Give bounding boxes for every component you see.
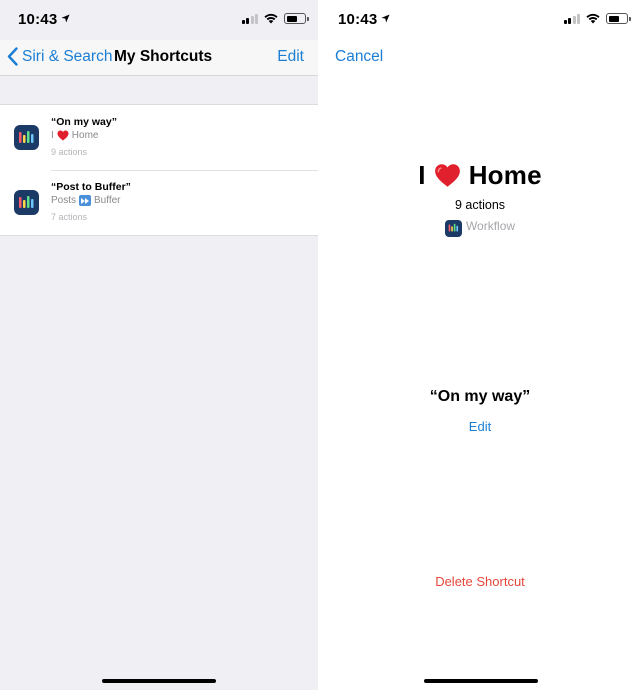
my-shortcuts-screen: 10:43 Siri & Search My Shortcuts Edit “O… [0, 0, 318, 690]
heart-icon [434, 164, 460, 187]
edit-button[interactable]: Edit [277, 48, 304, 66]
detail-title-prefix: I [418, 160, 426, 190]
back-button[interactable]: Siri & Search [7, 47, 112, 66]
shortcut-subtitle-suffix: Home [71, 130, 99, 141]
navigation-bar: Siri & Search My Shortcuts Edit [0, 40, 318, 76]
signal-icon [241, 13, 258, 24]
battery-icon [606, 13, 631, 24]
shortcut-row-on-my-way[interactable]: “On my way” I Home 9 actions [0, 105, 318, 170]
home-indicator[interactable] [102, 679, 216, 683]
heart-icon [57, 130, 69, 141]
status-time-label: 10:43 [338, 11, 378, 28]
status-bar: 10:43 [0, 0, 318, 40]
detail-title-suffix: Home [468, 160, 542, 190]
back-button-label: Siri & Search [22, 47, 113, 65]
workflow-app-icon [14, 190, 39, 215]
shortcut-title: “Post to Buffer” [51, 181, 131, 193]
navigation-bar: Cancel [320, 40, 640, 76]
status-icons [563, 13, 631, 24]
detail-app: Workflow [320, 219, 640, 237]
location-arrow-icon [61, 14, 70, 23]
detail-app-name: Workflow [465, 219, 516, 233]
delete-shortcut-button[interactable]: Delete Shortcut [320, 574, 640, 589]
cancel-button[interactable]: Cancel [335, 48, 383, 66]
wifi-icon [586, 13, 600, 24]
shortcut-detail-screen: 10:43 Cancel I Home 9 actions Workflow “… [320, 0, 640, 690]
shortcut-subtitle: I Home [51, 130, 98, 141]
chevron-left-icon [7, 47, 18, 66]
shortcut-subtitle-prefix: I [51, 130, 54, 141]
shortcut-row-post-to-buffer[interactable]: “Post to Buffer” Posts Buffer 7 actions [0, 170, 318, 235]
detail-action-count: 9 actions [454, 198, 506, 212]
shortcut-title: “On my way” [51, 116, 117, 128]
signal-icon [563, 13, 580, 24]
status-time: 10:43 [18, 11, 70, 28]
location-arrow-icon [381, 14, 390, 23]
shortcut-action-count: 7 actions [51, 212, 88, 222]
status-bar: 10:43 [320, 0, 640, 40]
status-time-label: 10:43 [18, 11, 58, 28]
edit-phrase-button[interactable]: Edit [320, 419, 640, 434]
workflow-app-icon [444, 219, 462, 237]
workflow-app-icon [14, 125, 39, 150]
shortcut-action-count: 9 actions [51, 147, 88, 157]
shortcut-subtitle-prefix: Posts [51, 195, 77, 206]
shortcuts-list: “On my way” I Home 9 actions “Post to Bu… [0, 104, 318, 236]
wifi-icon [264, 13, 278, 24]
status-icons [241, 13, 309, 24]
fast-forward-icon [79, 195, 92, 206]
home-indicator[interactable] [424, 679, 538, 683]
shortcut-subtitle-suffix: Buffer [94, 195, 121, 206]
page-title: My Shortcuts [114, 48, 213, 65]
shortcut-detail-title: I Home [320, 160, 640, 191]
status-time: 10:43 [338, 11, 390, 28]
battery-icon [284, 13, 309, 24]
shortcut-subtitle: Posts Buffer [51, 195, 121, 206]
siri-phrase: “On my way” [429, 388, 531, 405]
